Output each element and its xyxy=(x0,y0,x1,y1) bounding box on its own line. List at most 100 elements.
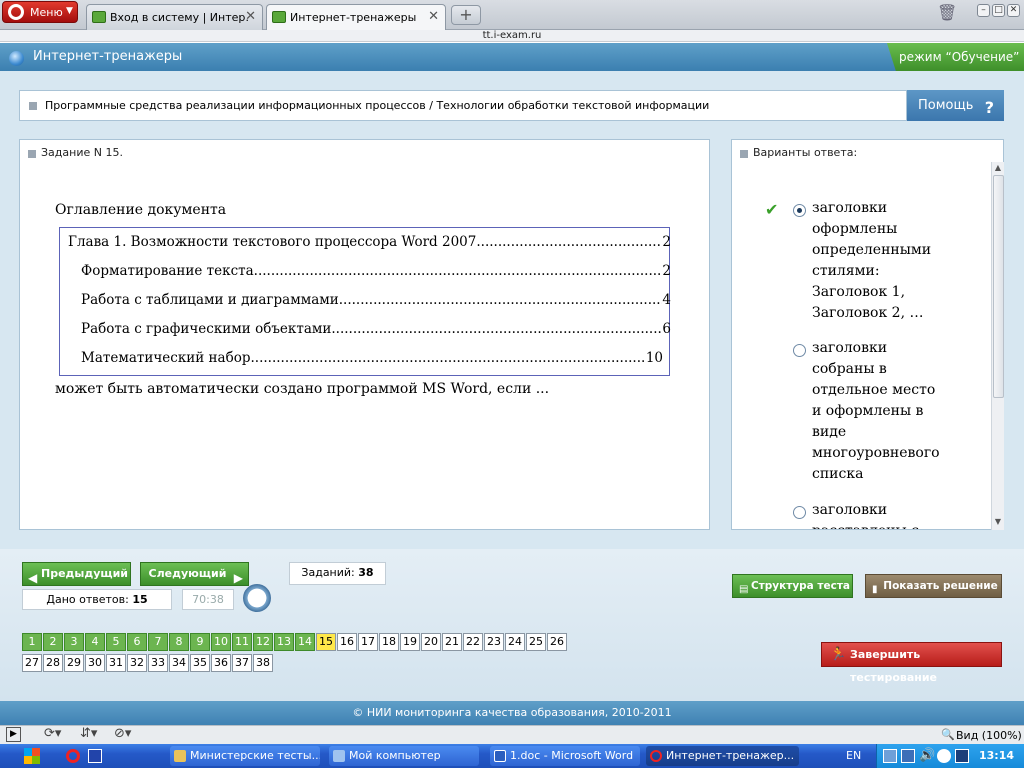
task-number-31[interactable]: 31 xyxy=(106,654,126,672)
answer-line: виде xyxy=(812,424,847,440)
task-number-18[interactable]: 18 xyxy=(379,633,399,651)
answer-radio-3[interactable] xyxy=(793,506,806,519)
task-number-20[interactable]: 20 xyxy=(421,633,441,651)
task-number-9[interactable]: 9 xyxy=(190,633,210,651)
task-number-33[interactable]: 33 xyxy=(148,654,168,672)
task-header: Задание N 15. xyxy=(20,140,709,166)
opera-menu-button[interactable]: Меню ▼ xyxy=(2,1,78,23)
answer-line: и оформлены в xyxy=(812,403,924,419)
word-icon xyxy=(494,750,506,762)
task-number-8[interactable]: 8 xyxy=(169,633,189,651)
answer-radio-2[interactable] xyxy=(793,344,806,357)
scroll-up-icon[interactable]: ▲ xyxy=(992,162,1004,174)
windows-taskbar: Министерские тесты... Мой компьютер 1.do… xyxy=(0,744,1024,768)
arrow-right-icon: ▶ xyxy=(233,571,243,585)
network-icon[interactable] xyxy=(901,749,915,763)
language-indicator[interactable]: EN xyxy=(846,749,861,762)
task-number-22[interactable]: 22 xyxy=(463,633,483,651)
zoom-label[interactable]: Вид (100%) xyxy=(956,729,1022,742)
answer-option-1[interactable]: заголовки оформлены определенными стилям… xyxy=(812,198,972,324)
task-number-38[interactable]: 38 xyxy=(253,654,273,672)
scroll-thumb[interactable] xyxy=(993,175,1004,398)
windows-logo-icon[interactable] xyxy=(24,748,40,764)
tray-icon-4[interactable] xyxy=(955,749,969,763)
task-number-34[interactable]: 34 xyxy=(169,654,189,672)
tray-icon-1[interactable] xyxy=(883,749,897,763)
task-number-27[interactable]: 27 xyxy=(22,654,42,672)
next-button[interactable]: Следующий ▶ xyxy=(140,562,249,586)
toc-row: Работа с графическими объектами.........… xyxy=(81,321,671,341)
close-icon[interactable]: ✕ xyxy=(428,9,439,24)
clock-time[interactable]: 13:14 xyxy=(979,749,1014,762)
task-number-7[interactable]: 7 xyxy=(148,633,168,651)
taskbar-item-computer[interactable]: Мой компьютер xyxy=(329,746,479,766)
task-number-2[interactable]: 2 xyxy=(43,633,63,651)
trash-icon[interactable]: 🗑 xyxy=(937,3,957,25)
new-tab-button[interactable]: + xyxy=(451,5,481,25)
task-number-36[interactable]: 36 xyxy=(211,654,231,672)
volume-icon[interactable]: 🔊 xyxy=(919,748,935,763)
task-number-11[interactable]: 11 xyxy=(232,633,252,651)
tab-trainers[interactable]: Интернет-тренажеры ✕ xyxy=(266,4,446,30)
answered-count: Дано ответов: 15 xyxy=(22,589,172,610)
answers-scrollbar[interactable]: ▲ ▼ xyxy=(991,162,1004,530)
structure-button[interactable]: ▤ Структура теста xyxy=(732,574,853,598)
finish-test-button[interactable]: 🏃 Завершить тестирование xyxy=(821,642,1002,684)
question-text: может быть автоматически создано програм… xyxy=(55,381,550,397)
scroll-down-icon[interactable]: ▼ xyxy=(992,516,1004,528)
answer-line: Заголовок 2, … xyxy=(812,305,924,321)
tab-login[interactable]: Вход в систему | Интер… ✕ xyxy=(86,4,263,30)
taskbar-item-opera[interactable]: Интернет-тренажер... xyxy=(646,746,799,766)
close-icon[interactable]: ✕ xyxy=(245,9,256,24)
taskbar-label: Министерские тесты... xyxy=(190,749,320,762)
task-number-21[interactable]: 21 xyxy=(442,633,462,651)
maximize-button[interactable]: □ xyxy=(992,4,1005,17)
app-quicklaunch-icon[interactable] xyxy=(88,749,102,763)
opera-quicklaunch-icon[interactable] xyxy=(66,749,80,763)
task-number-29[interactable]: 29 xyxy=(64,654,84,672)
zoom-icon[interactable]: 🔍 xyxy=(941,728,955,741)
panel-toggle-icon[interactable]: ▶ xyxy=(6,727,21,742)
sync-icon[interactable]: ⟳▾ xyxy=(44,726,61,741)
task-number-1[interactable]: 1 xyxy=(22,633,42,651)
share-icon[interactable]: ⇵▾ xyxy=(80,726,97,741)
answer-option-2[interactable]: заголовки собраны в отдельное место и оф… xyxy=(812,338,972,485)
task-number-4[interactable]: 4 xyxy=(85,633,105,651)
task-number-37[interactable]: 37 xyxy=(232,654,252,672)
task-number-30[interactable]: 30 xyxy=(85,654,105,672)
minimize-button[interactable]: – xyxy=(977,4,990,17)
task-number-35[interactable]: 35 xyxy=(190,654,210,672)
answer-line: собраны в xyxy=(812,361,887,377)
task-number-28[interactable]: 28 xyxy=(43,654,63,672)
prev-button[interactable]: ◀ Предыдущий xyxy=(22,562,131,586)
task-number-25[interactable]: 25 xyxy=(526,633,546,651)
tasks-count: Заданий: 38 xyxy=(289,562,386,585)
close-window-button[interactable]: ✕ xyxy=(1007,4,1020,17)
answer-radio-1[interactable] xyxy=(793,204,806,217)
toc-dots: ........................................… xyxy=(338,292,663,308)
answer-option-3[interactable]: заголовки расставлены с xyxy=(812,500,972,529)
task-number-10[interactable]: 10 xyxy=(211,633,231,651)
task-number-3[interactable]: 3 xyxy=(64,633,84,651)
task-number-13[interactable]: 13 xyxy=(274,633,294,651)
task-number-12[interactable]: 12 xyxy=(253,633,273,651)
toc-title: Работа с графическими объектами xyxy=(81,321,332,337)
task-number-17[interactable]: 17 xyxy=(358,633,378,651)
taskbar-item-word[interactable]: 1.doc - Microsoft Word xyxy=(490,746,640,766)
address-bar[interactable]: tt.i-exam.ru xyxy=(0,30,1024,42)
task-number-24[interactable]: 24 xyxy=(505,633,525,651)
settings-icon[interactable]: ⊘▾ xyxy=(114,726,131,741)
task-number-16[interactable]: 16 xyxy=(337,633,357,651)
help-button[interactable]: Помощь ? xyxy=(907,90,1004,121)
task-number-15[interactable]: 15 xyxy=(316,633,336,651)
task-number-6[interactable]: 6 xyxy=(127,633,147,651)
task-number-23[interactable]: 23 xyxy=(484,633,504,651)
task-number-5[interactable]: 5 xyxy=(106,633,126,651)
task-number-19[interactable]: 19 xyxy=(400,633,420,651)
task-number-14[interactable]: 14 xyxy=(295,633,315,651)
taskbar-item-tests[interactable]: Министерские тесты... xyxy=(170,746,320,766)
show-solution-button[interactable]: ▮ Показать решение xyxy=(865,574,1002,598)
task-number-32[interactable]: 32 xyxy=(127,654,147,672)
task-number-26[interactable]: 26 xyxy=(547,633,567,651)
tray-icon-3[interactable] xyxy=(937,749,951,763)
